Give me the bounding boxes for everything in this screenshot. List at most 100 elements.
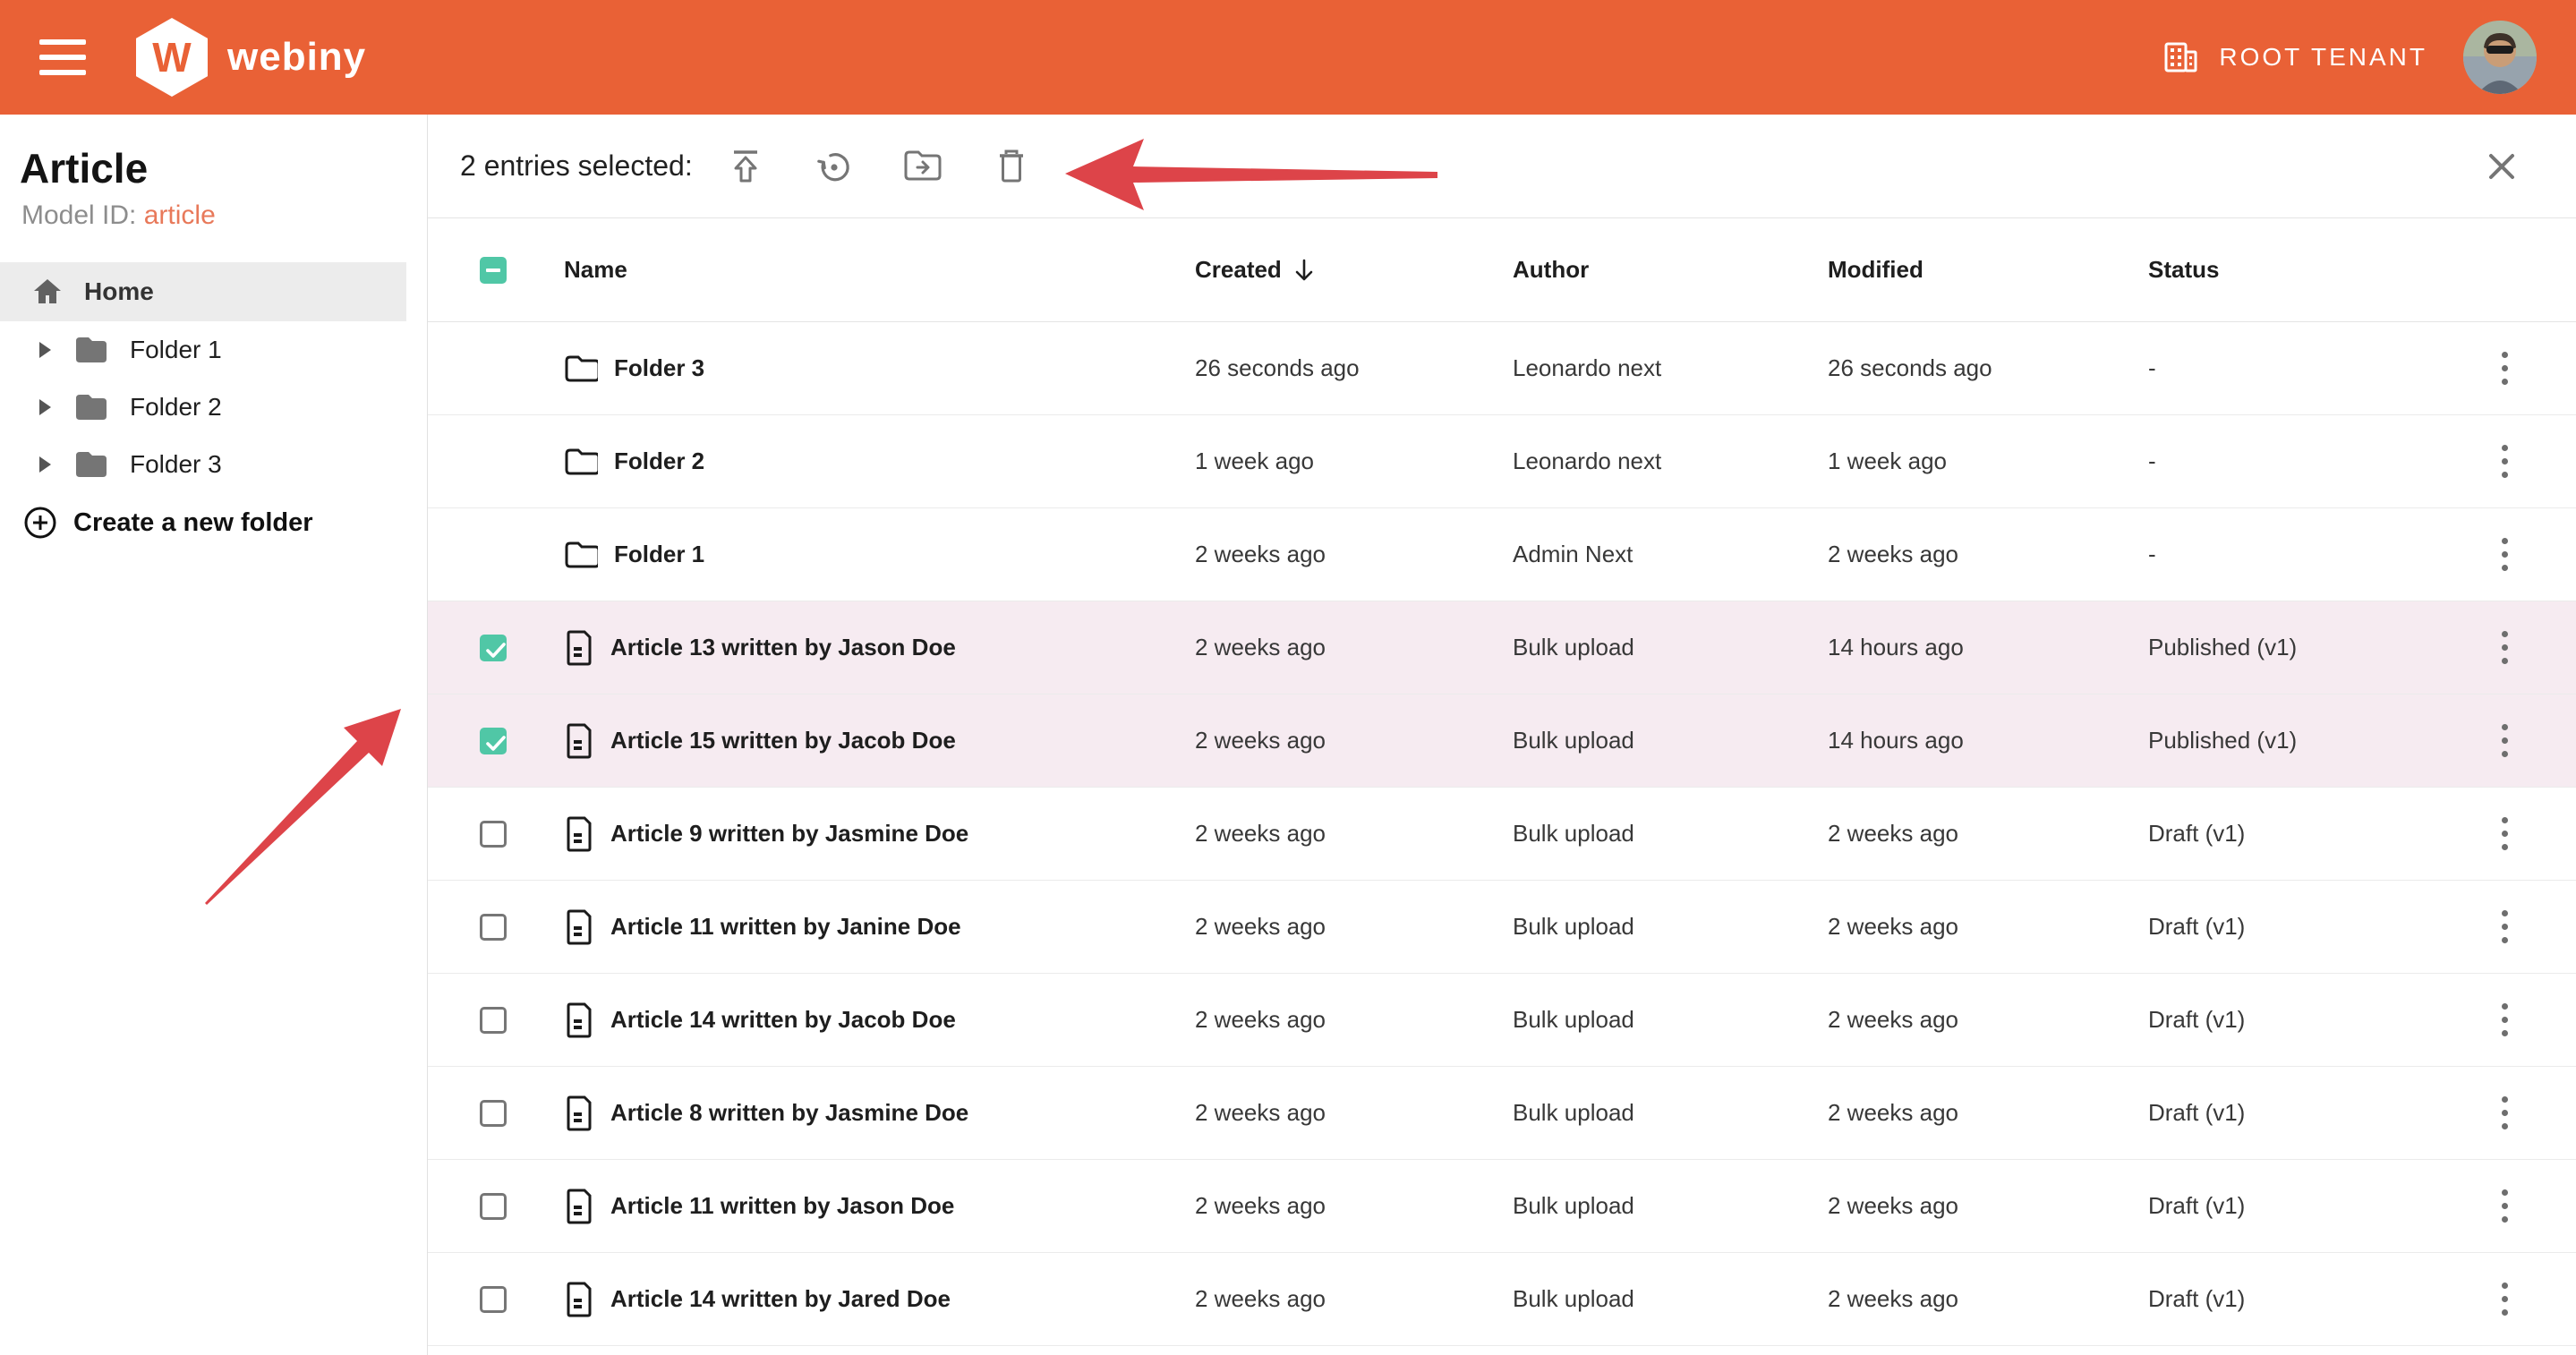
- row-checkbox[interactable]: [480, 914, 507, 941]
- row-status: Draft (v1): [2148, 1192, 2433, 1220]
- row-created: 2 weeks ago: [1195, 541, 1513, 568]
- menu-button[interactable]: [39, 39, 86, 75]
- tenant-label: ROOT TENANT: [2219, 43, 2427, 72]
- document-icon: [564, 1189, 594, 1224]
- selection-toolbar: 2 entries selected:: [428, 115, 2576, 218]
- row-created: 2 weeks ago: [1195, 1006, 1513, 1034]
- table-header: Name Created Author Modified Status: [428, 218, 2576, 322]
- document-icon: [564, 909, 594, 945]
- sidebar-item-home[interactable]: Home: [0, 262, 406, 321]
- row-checkbox[interactable]: [480, 1286, 507, 1313]
- row-checkbox[interactable]: [480, 1193, 507, 1220]
- table-row[interactable]: Article 8 written by Jasmine Doe 2 weeks…: [428, 1067, 2576, 1160]
- row-created: 2 weeks ago: [1195, 913, 1513, 941]
- row-created: 2 weeks ago: [1195, 1099, 1513, 1127]
- row-actions-button[interactable]: [2495, 438, 2515, 485]
- folder-icon: [74, 393, 108, 422]
- webiny-hexagon-icon: W: [136, 18, 208, 97]
- publish-entries-button[interactable]: [724, 145, 767, 188]
- model-id: Model ID: article: [21, 199, 427, 233]
- row-status: Draft (v1): [2148, 1285, 2433, 1313]
- close-selection-button[interactable]: [2480, 145, 2523, 188]
- close-icon: [2484, 149, 2520, 184]
- table-row[interactable]: Folder 3 26 seconds ago Leonardo next 26…: [428, 322, 2576, 415]
- row-modified: 26 seconds ago: [1828, 354, 2148, 382]
- row-modified: 2 weeks ago: [1828, 1285, 2148, 1313]
- row-status: Published (v1): [2148, 634, 2433, 661]
- user-avatar[interactable]: [2463, 21, 2537, 94]
- folder-icon: [564, 354, 598, 384]
- sidebar-item-folder-1[interactable]: Folder 1: [0, 321, 427, 379]
- row-checkbox[interactable]: [480, 821, 507, 848]
- row-actions-button[interactable]: [2495, 810, 2515, 857]
- folder-icon: [74, 450, 108, 479]
- table-row[interactable]: Article 14 written by Jared Doe 2 weeks …: [428, 1253, 2576, 1346]
- row-modified: 2 weeks ago: [1828, 1006, 2148, 1034]
- sidebar-item-folder-2[interactable]: Folder 2: [0, 379, 427, 436]
- select-all-checkbox[interactable]: [480, 257, 507, 284]
- column-header-status[interactable]: Status: [2148, 256, 2433, 284]
- table-row[interactable]: Article 14 written by Jacob Doe 2 weeks …: [428, 974, 2576, 1067]
- row-checkbox[interactable]: [480, 1007, 507, 1034]
- row-status: -: [2148, 354, 2433, 382]
- row-checkbox[interactable]: [480, 635, 507, 661]
- table-row[interactable]: Article 9 written by Jasmine Doe 2 weeks…: [428, 788, 2576, 881]
- row-author: Admin Next: [1513, 541, 1828, 568]
- document-icon: [564, 723, 594, 759]
- app-window: W webiny ROOT TENANT: [0, 0, 2576, 1355]
- row-name: Article 11 written by Jason Doe: [610, 1192, 954, 1220]
- row-actions-button[interactable]: [2495, 531, 2515, 578]
- selection-count: 2 entries selected:: [460, 149, 693, 183]
- row-created: 2 weeks ago: [1195, 1192, 1513, 1220]
- table-row[interactable]: Article 13 written by Jason Doe 2 weeks …: [428, 601, 2576, 695]
- row-actions-button[interactable]: [2495, 624, 2515, 671]
- row-actions-button[interactable]: [2495, 345, 2515, 392]
- row-checkbox[interactable]: [480, 1100, 507, 1127]
- sort-desc-arrow-icon: [1292, 258, 1316, 283]
- row-actions-button[interactable]: [2495, 903, 2515, 950]
- row-status: Draft (v1): [2148, 913, 2433, 941]
- row-created: 2 weeks ago: [1195, 1285, 1513, 1313]
- row-modified: 2 weeks ago: [1828, 541, 2148, 568]
- row-author: Bulk upload: [1513, 1285, 1828, 1313]
- row-modified: 2 weeks ago: [1828, 913, 2148, 941]
- webiny-logo[interactable]: W webiny: [136, 18, 366, 97]
- table-row[interactable]: Folder 2 1 week ago Leonardo next 1 week…: [428, 415, 2576, 508]
- row-actions-button[interactable]: [2495, 1275, 2515, 1323]
- delete-entries-button[interactable]: [990, 145, 1033, 188]
- row-checkbox[interactable]: [480, 728, 507, 754]
- table-row[interactable]: Article 15 written by Jacob Doe 2 weeks …: [428, 695, 2576, 788]
- row-name: Folder 3: [614, 354, 704, 382]
- history-restore-icon: [815, 147, 854, 186]
- column-header-author[interactable]: Author: [1513, 256, 1828, 284]
- row-author: Bulk upload: [1513, 1192, 1828, 1220]
- sidebar-item-folder-3[interactable]: Folder 3: [0, 436, 427, 493]
- table-row[interactable]: Article 11 written by Janine Doe 2 weeks…: [428, 881, 2576, 974]
- document-icon: [564, 1002, 594, 1038]
- column-header-modified[interactable]: Modified: [1828, 256, 2148, 284]
- move-entries-button[interactable]: [901, 145, 944, 188]
- row-modified: 1 week ago: [1828, 447, 2148, 475]
- check-icon: [482, 637, 509, 664]
- table-row[interactable]: Article 11 written by Jason Doe 2 weeks …: [428, 1160, 2576, 1253]
- folder-icon: [564, 447, 598, 477]
- chevron-right-icon[interactable]: [39, 342, 51, 358]
- chevron-right-icon[interactable]: [39, 456, 51, 473]
- column-header-created[interactable]: Created: [1195, 256, 1513, 284]
- check-icon: [482, 730, 509, 757]
- create-folder-button[interactable]: Create a new folder: [23, 506, 427, 540]
- column-header-name[interactable]: Name: [535, 256, 1195, 284]
- unpublish-entries-button[interactable]: [813, 145, 856, 188]
- row-modified: 2 weeks ago: [1828, 1099, 2148, 1127]
- row-modified: 2 weeks ago: [1828, 820, 2148, 848]
- row-created: 2 weeks ago: [1195, 727, 1513, 754]
- folder-icon: [564, 540, 598, 570]
- table-row[interactable]: Folder 1 2 weeks ago Admin Next 2 weeks …: [428, 508, 2576, 601]
- tenant-selector[interactable]: ROOT TENANT: [2160, 37, 2427, 78]
- row-actions-button[interactable]: [2495, 1182, 2515, 1230]
- row-actions-button[interactable]: [2495, 1089, 2515, 1137]
- model-id-value[interactable]: article: [144, 200, 216, 230]
- row-actions-button[interactable]: [2495, 717, 2515, 764]
- row-actions-button[interactable]: [2495, 996, 2515, 1044]
- chevron-right-icon[interactable]: [39, 399, 51, 415]
